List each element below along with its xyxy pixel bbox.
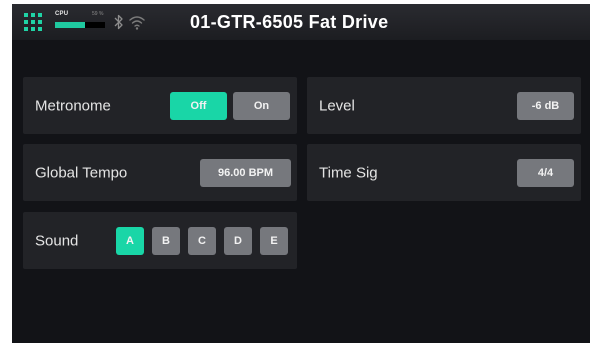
time-sig-value-button[interactable]: 4/4 [517, 159, 574, 187]
sound-option-d[interactable]: D [224, 227, 252, 255]
bluetooth-icon [114, 14, 124, 30]
top-bar: CPU 59 % 01-GTR-6505 Fat Drive [12, 4, 590, 40]
metronome-off-button[interactable]: Off [170, 92, 227, 120]
sound-option-a[interactable]: A [116, 227, 144, 255]
sound-option-e[interactable]: E [260, 227, 288, 255]
wifi-icon [128, 14, 146, 30]
level-value-button[interactable]: -6 dB [517, 92, 574, 120]
device-screen: CPU 59 % 01-GTR-6505 Fat Drive Metronome… [12, 4, 590, 343]
cpu-label: CPU [55, 11, 69, 17]
time-sig-label: Time Sig [319, 164, 378, 181]
global-tempo-panel: Global Tempo 96.00 BPM [23, 144, 297, 201]
level-label: Level [319, 97, 355, 114]
cpu-percent: 59 % [92, 11, 104, 17]
cpu-bar-fill [55, 22, 85, 28]
sound-option-c[interactable]: C [188, 227, 216, 255]
metronome-panel: Metronome Off On [23, 77, 297, 134]
sound-option-b[interactable]: B [152, 227, 180, 255]
metronome-label: Metronome [35, 97, 111, 114]
sound-label: Sound [35, 232, 79, 249]
global-tempo-value-button[interactable]: 96.00 BPM [200, 159, 291, 187]
sound-panel: Sound A B C D E [23, 212, 297, 269]
grid-menu-icon[interactable] [24, 13, 42, 31]
time-sig-panel: Time Sig 4/4 [307, 144, 581, 201]
metronome-on-button[interactable]: On [233, 92, 290, 120]
preset-title: 01-GTR-6505 Fat Drive [190, 12, 389, 32]
level-panel: Level -6 dB [307, 77, 581, 134]
cpu-bar [55, 22, 105, 28]
cpu-meter: CPU 59 % [55, 11, 107, 33]
global-tempo-label: Global Tempo [35, 164, 128, 181]
